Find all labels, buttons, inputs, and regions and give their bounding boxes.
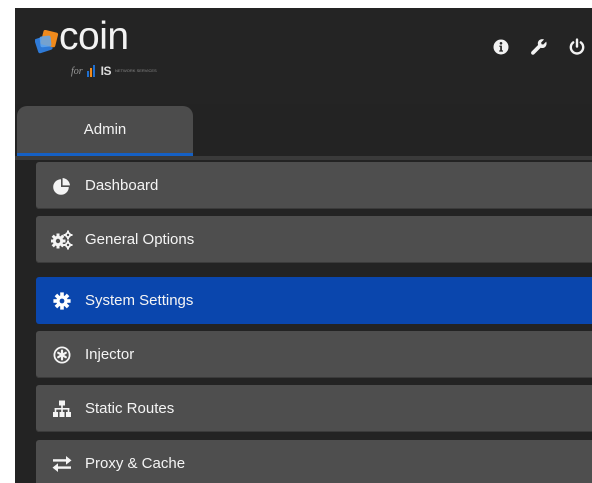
sidebar-item-label: Proxy & Cache bbox=[85, 455, 186, 472]
sitemap-icon bbox=[51, 398, 73, 420]
sidebar-item-system-settings[interactable]: System Settings bbox=[36, 277, 592, 324]
asterisk-circle-icon bbox=[51, 344, 73, 366]
wrench-icon[interactable] bbox=[530, 38, 548, 56]
sidebar-item-label: General Options bbox=[85, 231, 195, 248]
logo-tagline: NETWORK SERVICES bbox=[115, 68, 157, 73]
pie-chart-icon bbox=[51, 175, 73, 197]
sidebar-item-proxy-cache[interactable]: Proxy & Cache bbox=[36, 440, 592, 483]
sidebar-item-label: Static Routes bbox=[85, 400, 175, 417]
app-window: coin for IS NETWORK SERVICES Admin Dashb… bbox=[15, 8, 592, 483]
power-icon[interactable] bbox=[568, 38, 586, 56]
exchange-icon bbox=[51, 453, 73, 475]
sidebar-item-injector[interactable]: Injector bbox=[36, 331, 592, 378]
info-icon[interactable] bbox=[492, 38, 510, 56]
gear-icon bbox=[51, 290, 73, 312]
logo-mark-icon bbox=[35, 30, 59, 54]
sidebar-item-static-routes[interactable]: Static Routes bbox=[36, 385, 592, 432]
sidebar-item-label: Dashboard bbox=[85, 177, 159, 194]
logo-for: for bbox=[71, 65, 83, 77]
sidebar-item-label: Injector bbox=[85, 346, 135, 363]
toolbar bbox=[492, 38, 586, 56]
menu-divider bbox=[15, 156, 592, 160]
gears-icon bbox=[51, 229, 73, 251]
top-bar: coin for IS NETWORK SERVICES bbox=[15, 8, 592, 104]
tab-admin[interactable]: Admin bbox=[17, 106, 193, 156]
sidebar-item-dashboard[interactable]: Dashboard bbox=[36, 162, 592, 209]
logo-word: coin bbox=[59, 15, 129, 58]
logo-brand: IS bbox=[100, 64, 112, 78]
logo-bars-icon bbox=[86, 65, 95, 77]
sidebar-item-label: System Settings bbox=[85, 292, 194, 309]
logo-subtitle: for IS NETWORK SERVICES bbox=[71, 64, 157, 78]
sidebar-item-general-options[interactable]: General Options bbox=[36, 216, 592, 263]
